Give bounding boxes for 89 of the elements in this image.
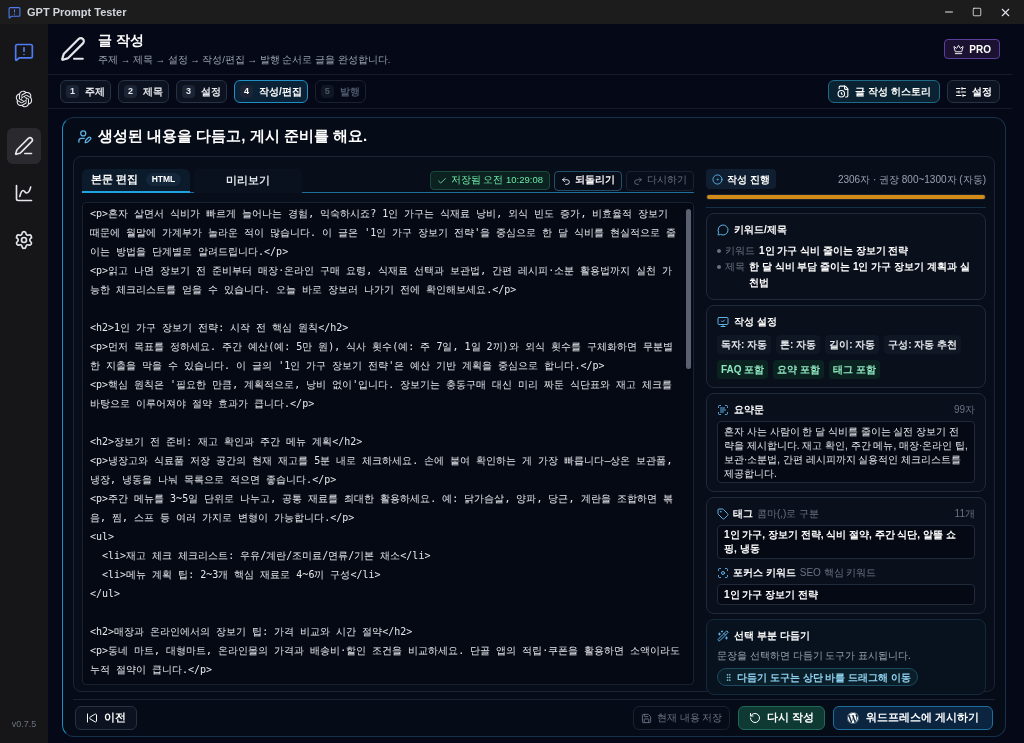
settings-icon bbox=[14, 230, 34, 250]
row-label: 제목 bbox=[725, 260, 745, 274]
card-title: 작성 설정 bbox=[734, 315, 777, 329]
skip-back-icon bbox=[86, 712, 98, 724]
card-title: 포커스 키워드 bbox=[733, 566, 796, 580]
step-label: 설정 bbox=[201, 85, 222, 99]
step-tab[interactable]: 4 작성/편집 bbox=[234, 80, 308, 103]
pen-icon bbox=[14, 136, 34, 156]
page-subtitle: 주제 → 제목 → 설정 → 작성/편집 → 발행 순서로 글을 완성합니다. bbox=[98, 53, 391, 68]
undo-button[interactable]: 되돌리기 bbox=[554, 170, 622, 191]
w-logo-icon bbox=[847, 712, 860, 724]
setting-chip: 톤: 자동 bbox=[776, 335, 821, 354]
rotate-icon bbox=[749, 712, 762, 724]
editor-tab[interactable]: 본문 편집 HTML bbox=[82, 168, 190, 193]
setting-chip: FAQ 포함 bbox=[717, 360, 769, 379]
row-value: 1인 가구 식비 줄이는 장보기 전략 bbox=[759, 244, 909, 258]
redo-icon bbox=[633, 175, 643, 186]
focus-icon bbox=[717, 566, 729, 579]
scan-text-icon bbox=[717, 403, 729, 416]
user-pen-icon bbox=[77, 128, 92, 144]
drag-tip-pill: 다듬기 도구는 상단 바를 드래그해 이동 bbox=[717, 668, 918, 686]
setting-chip: 태그 포함 bbox=[829, 360, 880, 379]
field-hint: SEO 핵심 키워드 bbox=[799, 566, 877, 580]
step-number: 2 bbox=[124, 84, 138, 99]
history-button[interactable]: 글 작성 히스토리 bbox=[828, 80, 940, 103]
tags-field[interactable]: 1인 가구, 장보기 전략, 식비 절약, 주간 식단, 알뜰 쇼핑, 냉동 bbox=[717, 525, 975, 559]
sidebar-item[interactable] bbox=[7, 128, 41, 164]
publish-button[interactable]: 워드프레스에 게시하기 bbox=[833, 706, 993, 730]
step-number: 3 bbox=[182, 84, 196, 99]
card-title: 요약문 bbox=[734, 403, 764, 417]
settings-button[interactable]: 설정 bbox=[947, 80, 1000, 103]
speech-bubble-icon bbox=[717, 223, 729, 236]
monitor-check-icon bbox=[717, 315, 729, 328]
maximize-icon bbox=[972, 7, 982, 17]
version-label: v0.7.5 bbox=[11, 717, 37, 731]
setting-chip: 독자: 자동 bbox=[717, 335, 772, 354]
step-label: 주제 bbox=[85, 85, 105, 99]
focus-keyword-field[interactable]: 1인 가구 장보기 전략 bbox=[717, 584, 975, 605]
refine-hint: 문장을 선택하면 다듬기 도구가 표시됩니다. bbox=[717, 649, 911, 663]
magic-wand-icon bbox=[717, 629, 729, 642]
scrollbar[interactable] bbox=[686, 209, 691, 369]
setting-chip: 길이: 자동 bbox=[825, 335, 880, 354]
step-number: 5 bbox=[320, 84, 334, 99]
check-icon bbox=[436, 175, 447, 186]
card-title: 태그 bbox=[733, 507, 753, 521]
save-status: 저장됨 오전 10:29:08 bbox=[429, 171, 550, 190]
grip-icon bbox=[724, 672, 733, 682]
target-icon bbox=[712, 173, 723, 185]
card-title: 선택 부분 다듬기 bbox=[734, 629, 810, 643]
app-icon bbox=[8, 5, 21, 19]
bullet-icon bbox=[717, 265, 721, 269]
step-tab[interactable]: 2 제목 bbox=[118, 80, 170, 103]
row-value: 한 달 식비 부담 줄이는 1인 가구 장보기 계획과 실천법 bbox=[749, 260, 971, 290]
pro-badge[interactable]: PRO bbox=[944, 39, 1000, 59]
step-number: 1 bbox=[66, 84, 79, 99]
prev-button[interactable]: 이전 bbox=[75, 706, 137, 730]
bullet-icon bbox=[717, 249, 721, 253]
step-label: 작성/편집 bbox=[259, 85, 302, 99]
step-label: 발행 bbox=[339, 85, 360, 99]
sliders-icon bbox=[955, 85, 967, 98]
chart-icon bbox=[14, 183, 34, 203]
pen-icon bbox=[60, 36, 86, 62]
char-count: 99자 bbox=[953, 403, 975, 417]
window-title: GPT Prompt Tester bbox=[27, 4, 127, 20]
editor-tab[interactable]: 미리보기 bbox=[194, 168, 302, 193]
step-tab[interactable]: 3 설정 bbox=[176, 80, 228, 103]
step-number: 4 bbox=[240, 84, 254, 99]
setting-chip: 요약 포함 bbox=[773, 360, 825, 379]
rewrite-button[interactable]: 다시 작성 bbox=[738, 706, 826, 730]
tag-count: 11개 bbox=[954, 507, 975, 521]
card-title: 키워드/제목 bbox=[734, 223, 787, 237]
row-label: 키워드 bbox=[725, 244, 755, 258]
crown-icon bbox=[953, 43, 965, 55]
step-tab[interactable]: 1 주제 bbox=[60, 80, 111, 103]
summary-field[interactable]: 혼자 사는 사람이 한 달 식비를 줄이는 실전 장보기 전략을 제시합니다. 재고 확인, 주간 메뉴, 매장·온라인 팁, 보관·소분법, 간편 레시피까지 실용적인 체크리스트를 제공합니다. bbox=[717, 421, 975, 483]
alert-chat-icon bbox=[14, 42, 34, 62]
html-badge: HTML bbox=[145, 173, 182, 186]
page-title: 글 작성 bbox=[98, 31, 145, 51]
progress-reading: 2306자 · 권장 800~1300자 (자동) bbox=[837, 172, 986, 187]
card-heading: 생성된 내용을 다듬고, 게시 준비를 해요. bbox=[98, 125, 368, 146]
undo-icon bbox=[561, 175, 571, 186]
setting-chip: 구성: 자동 추천 bbox=[884, 335, 962, 354]
step-label: 제목 bbox=[143, 85, 164, 99]
field-hint: 콤마(,)로 구분 bbox=[757, 507, 820, 521]
save-icon bbox=[640, 712, 652, 724]
knot-icon bbox=[14, 89, 34, 109]
tag-icon bbox=[717, 507, 729, 520]
progress-label: 작성 진행 bbox=[706, 169, 776, 189]
file-clock-icon bbox=[837, 85, 851, 98]
